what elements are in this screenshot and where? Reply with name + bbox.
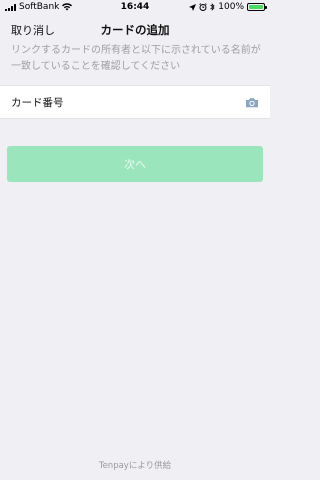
- card-number-label: カード番号: [11, 96, 64, 109]
- footer-provider-text: Tenpayにより供給: [98, 461, 172, 471]
- battery-fill: [249, 5, 263, 9]
- next-button[interactable]: 次へ: [7, 146, 263, 182]
- battery-icon: [247, 3, 267, 11]
- hint-text: リンクするカードの所有者と以下に示されている名前が一致していることを確認してくだ…: [11, 45, 261, 72]
- status-bar: SoftBank 16:44 100%: [0, 0, 270, 14]
- navigation-bar: 取り消し カードの追加: [0, 14, 270, 46]
- page-title: カードの追加: [100, 23, 170, 37]
- camera-icon[interactable]: [245, 96, 259, 108]
- status-time: 16:44: [120, 2, 150, 12]
- card-number-field[interactable]: カード番号: [0, 85, 270, 119]
- cancel-button[interactable]: 取り消し: [11, 22, 55, 38]
